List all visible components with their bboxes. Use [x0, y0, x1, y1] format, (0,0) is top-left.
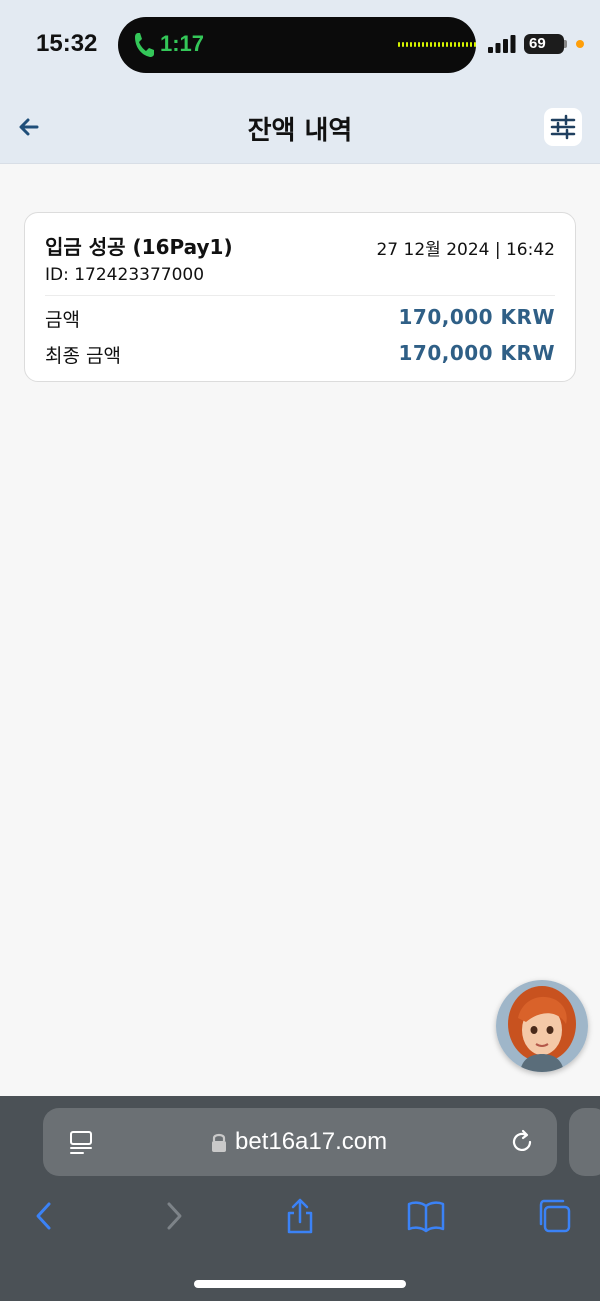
share-button[interactable] [280, 1196, 320, 1236]
battery-icon: 69 [524, 34, 567, 54]
bookmarks-icon [407, 1201, 445, 1233]
transaction-card[interactable]: 입금 성공 (16Pay1) 27 12월 2024 | 16:42 ID: 1… [24, 212, 576, 382]
avatar-image [496, 980, 588, 1072]
amount-label: 금액 [45, 309, 80, 331]
transaction-title: 입금 성공 (16Pay1) [45, 235, 233, 259]
tabs-button[interactable] [534, 1196, 574, 1236]
final-amount-value: 170,000 KRW [398, 341, 555, 365]
privacy-indicator [576, 40, 584, 48]
url-text: bet16a17.com [235, 1128, 388, 1155]
reload-icon[interactable] [508, 1128, 536, 1156]
home-indicator [194, 1280, 406, 1288]
address-bar[interactable]: bet16a17.com [43, 1108, 557, 1176]
lock-icon [212, 1133, 226, 1152]
share-icon [287, 1198, 313, 1234]
browser-toolbar: bet16a17.com [0, 1096, 600, 1301]
page-title: 잔액 내역 [247, 116, 353, 146]
transaction-id: ID: 172423377000 [45, 265, 205, 285]
status-time: 15:32 [36, 30, 98, 57]
forward-icon [167, 1202, 182, 1230]
reader-mode-icon[interactable] [67, 1128, 95, 1156]
transaction-date: 27 12월 2024 | 16:42 [376, 240, 555, 260]
dynamic-island[interactable]: 1:17 [118, 17, 476, 73]
filter-button[interactable] [544, 108, 582, 146]
bookmarks-button[interactable] [406, 1196, 446, 1236]
header: 잔액 내역 [0, 90, 600, 164]
next-tab-peek[interactable] [569, 1108, 600, 1176]
phone-icon [135, 33, 154, 57]
browser-back-button[interactable] [24, 1196, 64, 1236]
back-icon [36, 1202, 51, 1230]
browser-forward-button[interactable] [154, 1196, 194, 1236]
audio-wave-icon [398, 42, 476, 47]
sliders-icon [550, 114, 576, 140]
call-duration: 1:17 [160, 31, 205, 56]
amount-value: 170,000 KRW [398, 305, 555, 329]
status-bar: 15:32 1:17 69 [0, 0, 600, 90]
cellular-signal-icon [488, 35, 516, 53]
support-chat-avatar[interactable] [496, 980, 588, 1072]
final-amount-label: 최종 금액 [45, 345, 121, 367]
card-divider [45, 295, 555, 296]
tabs-icon [539, 1199, 571, 1233]
